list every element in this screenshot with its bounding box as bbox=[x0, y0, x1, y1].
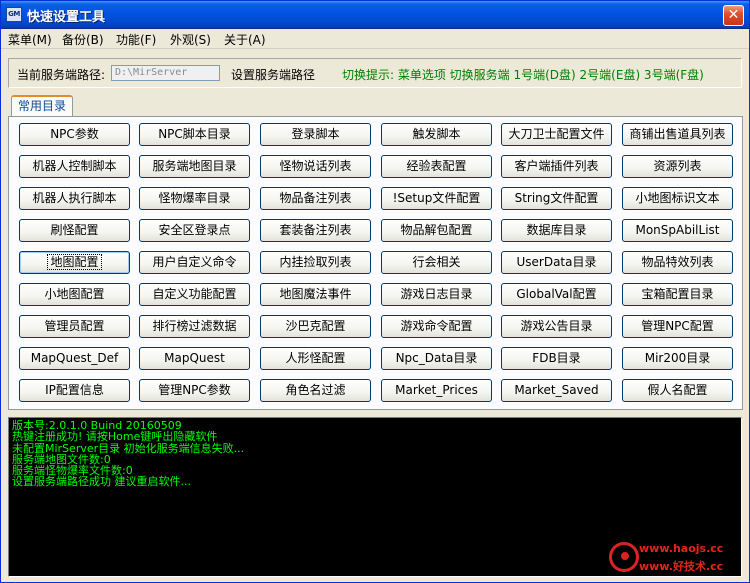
item-notes-button[interactable]: 物品备注列表 bbox=[260, 187, 371, 210]
exp-table-button[interactable]: 经验表配置 bbox=[381, 155, 492, 178]
set-notes-button[interactable]: 套装备注列表 bbox=[260, 219, 371, 242]
title-bar[interactable]: GM 快速设置工具 ✕ bbox=[1, 1, 749, 29]
trigger-script-button[interactable]: 触发脚本 bbox=[381, 123, 492, 146]
map-config-button[interactable]: 地图配置 bbox=[19, 251, 130, 274]
npc-script-dir-button[interactable]: NPC脚本目录 bbox=[139, 123, 250, 146]
custom-function-config-button[interactable]: 自定义功能配置 bbox=[139, 283, 250, 306]
tab-common-directories[interactable]: 常用目录 bbox=[11, 95, 73, 116]
resource-list-button[interactable]: 资源列表 bbox=[622, 155, 733, 178]
ranking-filter-button[interactable]: 排行榜过滤数据 bbox=[139, 315, 250, 338]
market-saved-button[interactable]: Market_Saved bbox=[501, 379, 612, 402]
shop-items-button[interactable]: 商铺出售道具列表 bbox=[622, 123, 733, 146]
server-path-label: 当前服务端路径: bbox=[17, 68, 106, 82]
game-log-dir-button[interactable]: 游戏日志目录 bbox=[381, 283, 492, 306]
app-window: GM 快速设置工具 ✕ 菜单(M) 备份(B) 功能(F) 外观(S) 关于(A… bbox=[0, 0, 750, 583]
monster-speech-button[interactable]: 怪物说话列表 bbox=[260, 155, 371, 178]
database-dir-button[interactable]: 数据库目录 bbox=[501, 219, 612, 242]
map-magic-event-button[interactable]: 地图魔法事件 bbox=[260, 283, 371, 306]
user-custom-command-button[interactable]: 用户自定义命令 bbox=[139, 251, 250, 274]
menu-item-function[interactable]: 功能(F) bbox=[116, 31, 156, 48]
manage-npc-config-button[interactable]: 管理NPC配置 bbox=[622, 315, 733, 338]
close-button[interactable]: ✕ bbox=[723, 5, 744, 26]
fake-name-config-button[interactable]: 假人名配置 bbox=[622, 379, 733, 402]
item-effects-list-button[interactable]: 物品特效列表 bbox=[622, 251, 733, 274]
server-path-input[interactable]: D:\MirServer bbox=[111, 65, 220, 81]
monspabillist-button[interactable]: MonSpAbilList bbox=[622, 219, 733, 242]
auto-pickup-list-button[interactable]: 内挂捡取列表 bbox=[260, 251, 371, 274]
switch-hint-text: 切换提示: 菜单选项 切换服务端 1号端(D盘) 2号端(E盘) 3号端(F盘) bbox=[342, 68, 704, 82]
game-command-config-button[interactable]: 游戏命令配置 bbox=[381, 315, 492, 338]
item-unpack-config-button[interactable]: 物品解包配置 bbox=[381, 219, 492, 242]
character-name-filter-button[interactable]: 角色名过滤 bbox=[260, 379, 371, 402]
mapquest-def-button[interactable]: MapQuest_Def bbox=[19, 347, 130, 370]
guard-config-button[interactable]: 大刀卫士配置文件 bbox=[501, 123, 612, 146]
npc-data-dir-button[interactable]: Npc_Data目录 bbox=[381, 347, 492, 370]
manage-npc-params-button[interactable]: 管理NPC参数 bbox=[139, 379, 250, 402]
string-config-button[interactable]: String文件配置 bbox=[501, 187, 612, 210]
userdata-dir-button[interactable]: UserData目录 bbox=[501, 251, 612, 274]
server-path-row: 当前服务端路径: D:\MirServer 设置服务端路径 切换提示: 菜单选项… bbox=[8, 58, 742, 88]
mapquest-button[interactable]: MapQuest bbox=[139, 347, 250, 370]
menu-item-appearance[interactable]: 外观(S) bbox=[170, 31, 211, 48]
log-line: 设置服务端路径成功 建议重启软件... bbox=[12, 475, 191, 489]
mir200-dir-button[interactable]: Mir200目录 bbox=[622, 347, 733, 370]
game-notice-dir-button[interactable]: 游戏公告目录 bbox=[501, 315, 612, 338]
minimap-marker-text-button[interactable]: 小地图标识文本 bbox=[622, 187, 733, 210]
watermark: www.haojs.cc www.好技术.cc bbox=[609, 540, 739, 574]
menu-item-menu[interactable]: 菜单(M) bbox=[8, 31, 52, 48]
safe-zone-login-button[interactable]: 安全区登录点 bbox=[139, 219, 250, 242]
log-line: 热键注册成功! 请按Home键呼出隐藏软件 bbox=[12, 430, 218, 444]
sabak-config-button[interactable]: 沙巴克配置 bbox=[260, 315, 371, 338]
setup-config-button[interactable]: !Setup文件配置 bbox=[381, 187, 492, 210]
menu-item-backup[interactable]: 备份(B) bbox=[62, 31, 104, 48]
login-script-button[interactable]: 登录脚本 bbox=[260, 123, 371, 146]
watermark-cn: www.好技术.cc bbox=[639, 560, 724, 573]
set-server-path-link[interactable]: 设置服务端路径 bbox=[231, 66, 315, 83]
app-gm-icon: GM bbox=[6, 7, 22, 22]
humanoid-monster-config-button[interactable]: 人形怪配置 bbox=[260, 347, 371, 370]
menu-bar: 菜单(M) 备份(B) 功能(F) 外观(S) 关于(A) bbox=[1, 29, 749, 49]
monster-drop-dir-button[interactable]: 怪物爆率目录 bbox=[139, 187, 250, 210]
ip-config-button[interactable]: IP配置信息 bbox=[19, 379, 130, 402]
window-title: 快速设置工具 bbox=[27, 10, 106, 25]
watermark-url: www.haojs.cc bbox=[639, 542, 724, 555]
robot-control-script-button[interactable]: 机器人控制脚本 bbox=[19, 155, 130, 178]
minimap-config-button[interactable]: 小地图配置 bbox=[19, 283, 130, 306]
client-plugin-list-button[interactable]: 客户端插件列表 bbox=[501, 155, 612, 178]
npc-params-button[interactable]: NPC参数 bbox=[19, 123, 130, 146]
robot-exec-script-button[interactable]: 机器人执行脚本 bbox=[19, 187, 130, 210]
treasure-box-dir-button[interactable]: 宝箱配置目录 bbox=[622, 283, 733, 306]
fdb-dir-button[interactable]: FDB目录 bbox=[501, 347, 612, 370]
guild-related-button[interactable]: 行会相关 bbox=[381, 251, 492, 274]
market-prices-button[interactable]: Market_Prices bbox=[381, 379, 492, 402]
watermark-logo-icon bbox=[609, 542, 639, 572]
menu-item-about[interactable]: 关于(A) bbox=[224, 31, 266, 48]
log-line: 未配置MirServer目录 初始化服务端信息失败... bbox=[12, 441, 245, 455]
monster-spawn-config-button[interactable]: 刷怪配置 bbox=[19, 219, 130, 242]
server-map-dir-button[interactable]: 服务端地图目录 bbox=[139, 155, 250, 178]
globalval-config-button[interactable]: GlobalVal配置 bbox=[501, 283, 612, 306]
admin-config-button[interactable]: 管理员配置 bbox=[19, 315, 130, 338]
